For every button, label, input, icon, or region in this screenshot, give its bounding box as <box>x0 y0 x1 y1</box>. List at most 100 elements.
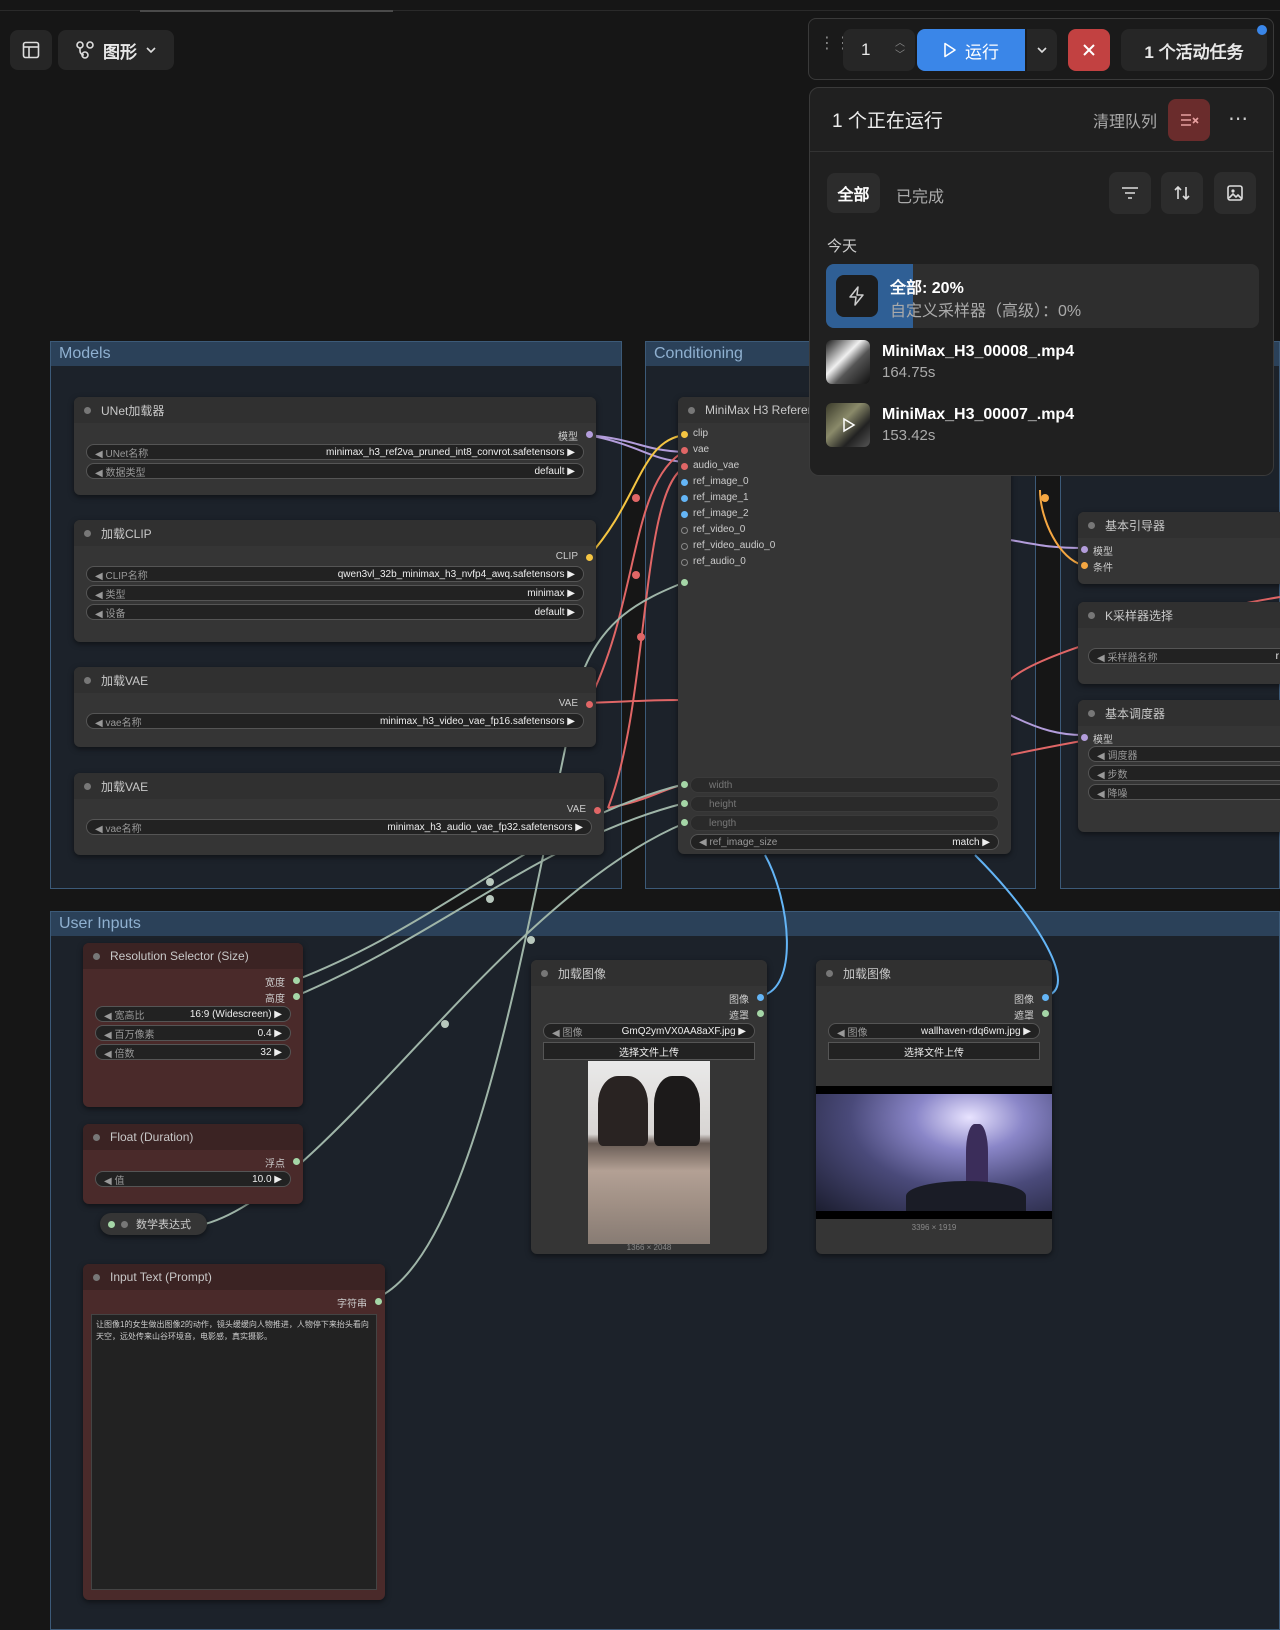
reroute-dot <box>441 1020 449 1028</box>
batch-count-stepper[interactable]: 1 ︿ ﹀ <box>843 29 915 71</box>
input-pin-ref-video-audio-0[interactable] <box>681 543 688 550</box>
upload-button[interactable]: 选择文件上传 <box>828 1042 1040 1060</box>
node-resolution-selector[interactable]: Resolution Selector (Size) 宽度 高度 ◀ 宽高比 16… <box>83 943 303 1107</box>
node-float-duration[interactable]: Float (Duration) 浮点 ◀ 值 10.0 ▶ <box>83 1124 303 1204</box>
sampler-name-widget[interactable]: ◀ 采样器名称 r <box>1088 648 1280 664</box>
output-label: CLIP <box>555 551 578 562</box>
output-pin[interactable] <box>375 1298 382 1305</box>
output-pin[interactable] <box>586 554 593 561</box>
output-pin-mask[interactable] <box>757 1010 764 1017</box>
output-pin-mask[interactable] <box>1042 1010 1049 1017</box>
node-ksampler-select[interactable]: K采样器选择 ◀ 采样器名称 r <box>1078 602 1280 684</box>
output-pin-image[interactable] <box>1042 994 1049 1001</box>
upload-button[interactable]: 选择文件上传 <box>543 1042 755 1060</box>
tab-all[interactable]: 全部 <box>827 173 880 213</box>
output-pin-width[interactable] <box>293 977 300 984</box>
input-pin-vae[interactable] <box>681 447 688 454</box>
input-pin-ref-image-0[interactable] <box>681 479 688 486</box>
node-unet-loader[interactable]: UNet加载器 模型 ◀ UNet名称 minimax_h3_ref2va_pru… <box>74 397 596 495</box>
node-basic-scheduler[interactable]: 基本调度器 模型 ◀ 调度器 ◀ 步数 ◀ 降噪 <box>1078 700 1280 832</box>
vae-name-widget[interactable]: ◀ vae名称 minimax_h3_audio_vae_fp32.safeten… <box>86 819 592 835</box>
node-vae-loader-audio[interactable]: 加载VAE VAE ◀ vae名称 minimax_h3_audio_vae_fp… <box>74 773 604 855</box>
input-pin-ref-video-0[interactable] <box>681 527 688 534</box>
wire-vae-2 <box>587 699 686 704</box>
node-status-dot <box>1088 611 1095 619</box>
input-pin-length[interactable] <box>681 819 688 826</box>
width-input[interactable]: width <box>690 777 999 793</box>
input-pin-conditioning[interactable] <box>1081 562 1088 569</box>
output-label: 图像 <box>729 995 749 1006</box>
output-label: VAE <box>558 698 578 709</box>
tab-completed[interactable]: 已完成 <box>896 183 944 207</box>
node-load-image-2[interactable]: 加载图像 图像 遮罩 ◀ 图像 wallhaven-rdq6wm.jpg ▶ 选择… <box>816 960 1052 1254</box>
output-pin[interactable] <box>594 807 601 814</box>
stepper-arrows[interactable]: ︿ ﹀ <box>895 38 905 62</box>
output-pin-height[interactable] <box>293 993 300 1000</box>
ref-image-size-widget[interactable]: ◀ ref_image_size match ▶ <box>690 834 999 850</box>
run-label: 运行 <box>965 42 999 62</box>
more-options-icon[interactable]: ⋯ <box>1228 106 1248 131</box>
panel-toggle-button[interactable] <box>10 30 52 70</box>
active-tasks-button[interactable]: 1 个活动任务 <box>1121 29 1267 71</box>
input-pin-ref-image-1[interactable] <box>681 495 688 502</box>
output-pin[interactable] <box>586 701 593 708</box>
steps-widget[interactable]: ◀ 步数 <box>1088 765 1280 781</box>
height-input[interactable]: height <box>690 796 999 812</box>
denoise-widget[interactable]: ◀ 降噪 <box>1088 784 1280 800</box>
sort-button[interactable] <box>1161 172 1203 214</box>
view-mode-dropdown[interactable]: 图形 <box>58 30 174 70</box>
input-label: ref_video_audio_0 <box>693 540 776 551</box>
input-pin-clip[interactable] <box>681 431 688 438</box>
dtype-widget[interactable]: ◀ 数据类型 default ▶ <box>86 463 584 479</box>
run-button[interactable]: 运行 <box>917 29 1025 71</box>
node-basic-guider[interactable]: 基本引导器 模型 条件 <box>1078 512 1280 584</box>
queue-item-time: 153.42s <box>882 427 936 444</box>
unet-name-widget[interactable]: ◀ UNet名称 minimax_h3_ref2va_pruned_int8_co… <box>86 444 584 460</box>
input-pin-ref-audio-0[interactable] <box>681 559 688 566</box>
clip-name-widget[interactable]: ◀ CLIP名称 qwen3vl_32b_minimax_h3_nvfp4_awq… <box>86 566 584 582</box>
stop-button[interactable] <box>1068 29 1110 71</box>
node-clip-loader[interactable]: 加载CLIP CLIP ◀ CLIP名称 qwen3vl_32b_minimax_… <box>74 520 596 642</box>
queue-item[interactable]: MiniMax_H3_00007_.mp4 153.42s <box>826 398 1259 452</box>
clip-type-widget[interactable]: ◀ 类型 minimax ▶ <box>86 585 584 601</box>
gallery-button[interactable] <box>1214 172 1256 214</box>
filter-button[interactable] <box>1109 172 1151 214</box>
megapixels-widget[interactable]: ◀ 百万像素 0.4 ▶ <box>95 1025 291 1041</box>
chevron-up-icon[interactable]: ︿ <box>895 38 905 50</box>
image-preview <box>816 1086 1052 1219</box>
output-pin[interactable] <box>293 1158 300 1165</box>
input-pin-ref-image-2[interactable] <box>681 511 688 518</box>
node-math-expression[interactable]: 数学表达式 <box>100 1213 207 1235</box>
input-pin-audio-vae[interactable] <box>681 463 688 470</box>
device-widget[interactable]: ◀ 设备 default ▶ <box>86 604 584 620</box>
input-pin-model[interactable] <box>1081 734 1088 741</box>
multiple-widget[interactable]: ◀ 倍数 32 ▶ <box>95 1044 291 1060</box>
value-widget[interactable]: ◀ 值 10.0 ▶ <box>95 1171 291 1187</box>
chevron-down-icon[interactable]: ﹀ <box>895 50 905 62</box>
prompt-textarea[interactable]: 让图像1的女生做出图像2的动作，镜头缓缓向人物推进，人物停下来抬头看向天空，远处… <box>91 1314 377 1590</box>
run-options-dropdown[interactable] <box>1027 29 1057 71</box>
node-vae-loader-video[interactable]: 加载VAE VAE ◀ vae名称 minimax_h3_video_vae_fp… <box>74 667 596 747</box>
output-pin-image[interactable] <box>757 994 764 1001</box>
node-load-image-1[interactable]: 加载图像 图像 遮罩 ◀ 图像 GmQ2ymVX0AA8aXF.jpg ▶ 选择文… <box>531 960 767 1254</box>
queue-item[interactable]: MiniMax_H3_00008_.mp4 164.75s <box>826 335 1259 389</box>
node-title: MiniMax H3 Referen <box>705 403 815 417</box>
image-file-widget[interactable]: ◀ 图像 wallhaven-rdq6wm.jpg ▶ <box>828 1023 1040 1039</box>
input-pin-height[interactable] <box>681 800 688 807</box>
reroute-dot <box>486 878 494 886</box>
length-input[interactable]: length <box>690 815 999 831</box>
node-title: Float (Duration) <box>110 1130 194 1144</box>
input-pin-prompt[interactable] <box>681 579 688 586</box>
input-pin-width[interactable] <box>681 781 688 788</box>
scheduler-widget[interactable]: ◀ 调度器 <box>1088 746 1280 762</box>
output-pin[interactable] <box>586 431 593 438</box>
queue-panel: 1 个正在运行 清理队列 ⋯ 全部 已完成 今天 全部: 20% 自定义采样器（… <box>809 87 1274 476</box>
node-input-text-prompt[interactable]: Input Text (Prompt) 字符串 让图像1的女生做出图像2的动作，… <box>83 1264 385 1600</box>
vae-name-widget[interactable]: ◀ vae名称 minimax_h3_video_vae_fp16.safeten… <box>86 713 584 729</box>
drag-handle-icon[interactable]: ⋮⋮ <box>819 36 851 61</box>
input-pin-model[interactable] <box>1081 546 1088 553</box>
running-job[interactable]: 全部: 20% 自定义采样器（高级）：0% <box>826 264 1259 328</box>
clear-queue-button[interactable] <box>1168 99 1210 141</box>
image-file-widget[interactable]: ◀ 图像 GmQ2ymVX0AA8aXF.jpg ▶ <box>543 1023 755 1039</box>
aspect-ratio-widget[interactable]: ◀ 宽高比 16:9 (Widescreen) ▶ <box>95 1006 291 1022</box>
